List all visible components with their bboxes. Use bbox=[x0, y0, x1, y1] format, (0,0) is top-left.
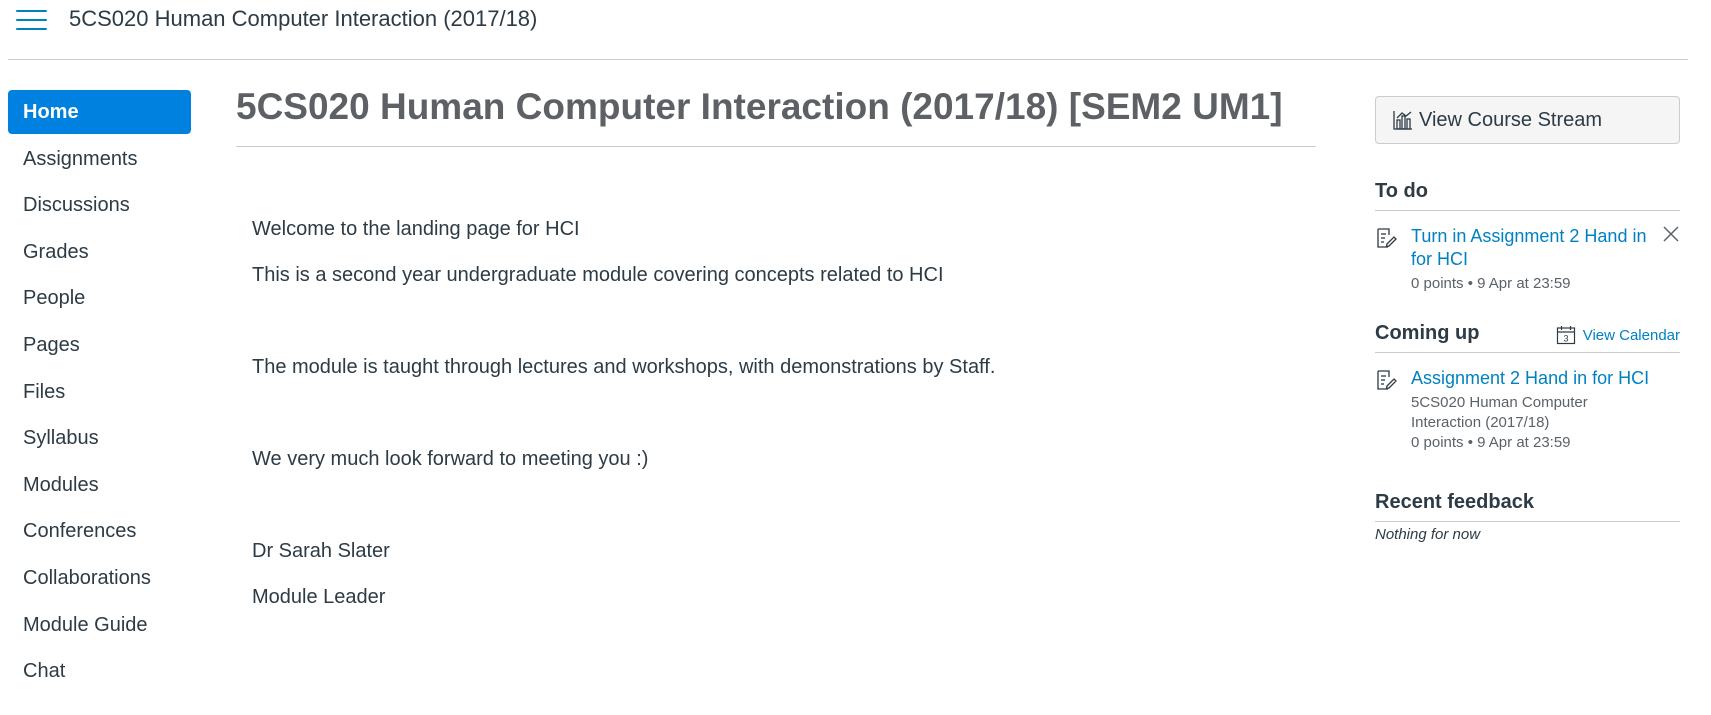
hamburger-icon[interactable] bbox=[16, 8, 47, 32]
welcome-text: Welcome to the landing page for HCI bbox=[252, 218, 580, 240]
nav-item-chat[interactable]: Chat bbox=[8, 649, 191, 693]
teaching-text: The module is taught through lectures an… bbox=[252, 356, 996, 378]
coming-up-item-link[interactable]: Assignment 2 Hand in for HCI bbox=[1411, 367, 1680, 390]
nav-item-discussions[interactable]: Discussions bbox=[8, 183, 191, 227]
main-content: 5CS020 Human Computer Interaction (2017/… bbox=[236, 80, 1316, 609]
todo-item: Turn in Assignment 2 Hand in for HCI 0 p… bbox=[1375, 225, 1680, 294]
recent-feedback-empty: Nothing for now bbox=[1375, 526, 1481, 543]
nav-item-pages[interactable]: Pages bbox=[8, 323, 191, 367]
signature-role: Module Leader bbox=[252, 586, 386, 608]
view-course-stream-label: View Course Stream bbox=[1419, 108, 1603, 131]
signature-name: Dr Sarah Slater bbox=[252, 540, 390, 562]
nav-item-people[interactable]: People bbox=[8, 276, 191, 320]
todo-section: To do Turn in Assignment 2 Hand in for H… bbox=[1375, 180, 1680, 294]
todo-heading: To do bbox=[1375, 180, 1680, 211]
coming-up-heading-label: Coming up bbox=[1375, 322, 1480, 344]
recent-feedback-heading: Recent feedback bbox=[1375, 491, 1680, 522]
right-sidebar: View Course Stream To do Turn in Assignm… bbox=[1375, 96, 1680, 543]
description-text: This is a second year undergraduate modu… bbox=[252, 264, 944, 286]
nav-item-syllabus[interactable]: Syllabus bbox=[8, 416, 191, 460]
top-bar: 5CS020 Human Computer Interaction (2017/… bbox=[8, 0, 1688, 60]
coming-up-section: Coming up 3 View Calendar Assignment 2 H… bbox=[1375, 322, 1680, 453]
coming-up-heading: Coming up 3 View Calendar bbox=[1375, 322, 1680, 353]
view-course-stream-button[interactable]: View Course Stream bbox=[1375, 96, 1680, 144]
coming-up-item-meta: 0 points • 9 Apr at 23:59 bbox=[1411, 434, 1571, 451]
page-body: Welcome to the landing page for HCI This… bbox=[236, 147, 1316, 609]
nav-item-modules[interactable]: Modules bbox=[8, 463, 191, 507]
recent-feedback-section: Recent feedback Nothing for now bbox=[1375, 491, 1680, 543]
chart-icon bbox=[1393, 111, 1412, 130]
view-calendar-label: View Calendar bbox=[1582, 326, 1680, 344]
calendar-day: 3 bbox=[1563, 334, 1568, 344]
nav-item-files[interactable]: Files bbox=[8, 370, 191, 414]
page-title: 5CS020 Human Computer Interaction (2017/… bbox=[236, 80, 1316, 147]
recent-feedback-heading-label: Recent feedback bbox=[1375, 491, 1534, 513]
nav-item-conferences[interactable]: Conferences bbox=[8, 509, 191, 553]
assignment-icon bbox=[1377, 370, 1397, 390]
assignment-icon bbox=[1377, 228, 1397, 248]
coming-up-item-course: 5CS020 Human Computer Interaction (2017/… bbox=[1411, 394, 1588, 431]
view-calendar-link[interactable]: 3 View Calendar bbox=[1556, 325, 1680, 345]
todo-heading-label: To do bbox=[1375, 180, 1428, 202]
todo-item-meta: 0 points • 9 Apr at 23:59 bbox=[1411, 275, 1571, 292]
nav-item-assignments[interactable]: Assignments bbox=[8, 137, 191, 181]
close-icon[interactable] bbox=[1662, 225, 1680, 243]
closing-text: We very much look forward to meeting you… bbox=[252, 448, 649, 470]
coming-up-item: Assignment 2 Hand in for HCI 5CS020 Huma… bbox=[1375, 367, 1680, 453]
todo-item-link[interactable]: Turn in Assignment 2 Hand in for HCI bbox=[1411, 225, 1680, 271]
nav-item-grades[interactable]: Grades bbox=[8, 230, 191, 274]
calendar-icon: 3 bbox=[1556, 326, 1575, 345]
nav-item-collaborations[interactable]: Collaborations bbox=[8, 556, 191, 600]
course-navigation: Home Assignments Discussions Grades Peop… bbox=[8, 90, 191, 696]
nav-item-module-guide[interactable]: Module Guide bbox=[8, 603, 191, 647]
nav-item-home[interactable]: Home bbox=[8, 90, 191, 134]
breadcrumb-course-title[interactable]: 5CS020 Human Computer Interaction (2017/… bbox=[69, 6, 537, 32]
